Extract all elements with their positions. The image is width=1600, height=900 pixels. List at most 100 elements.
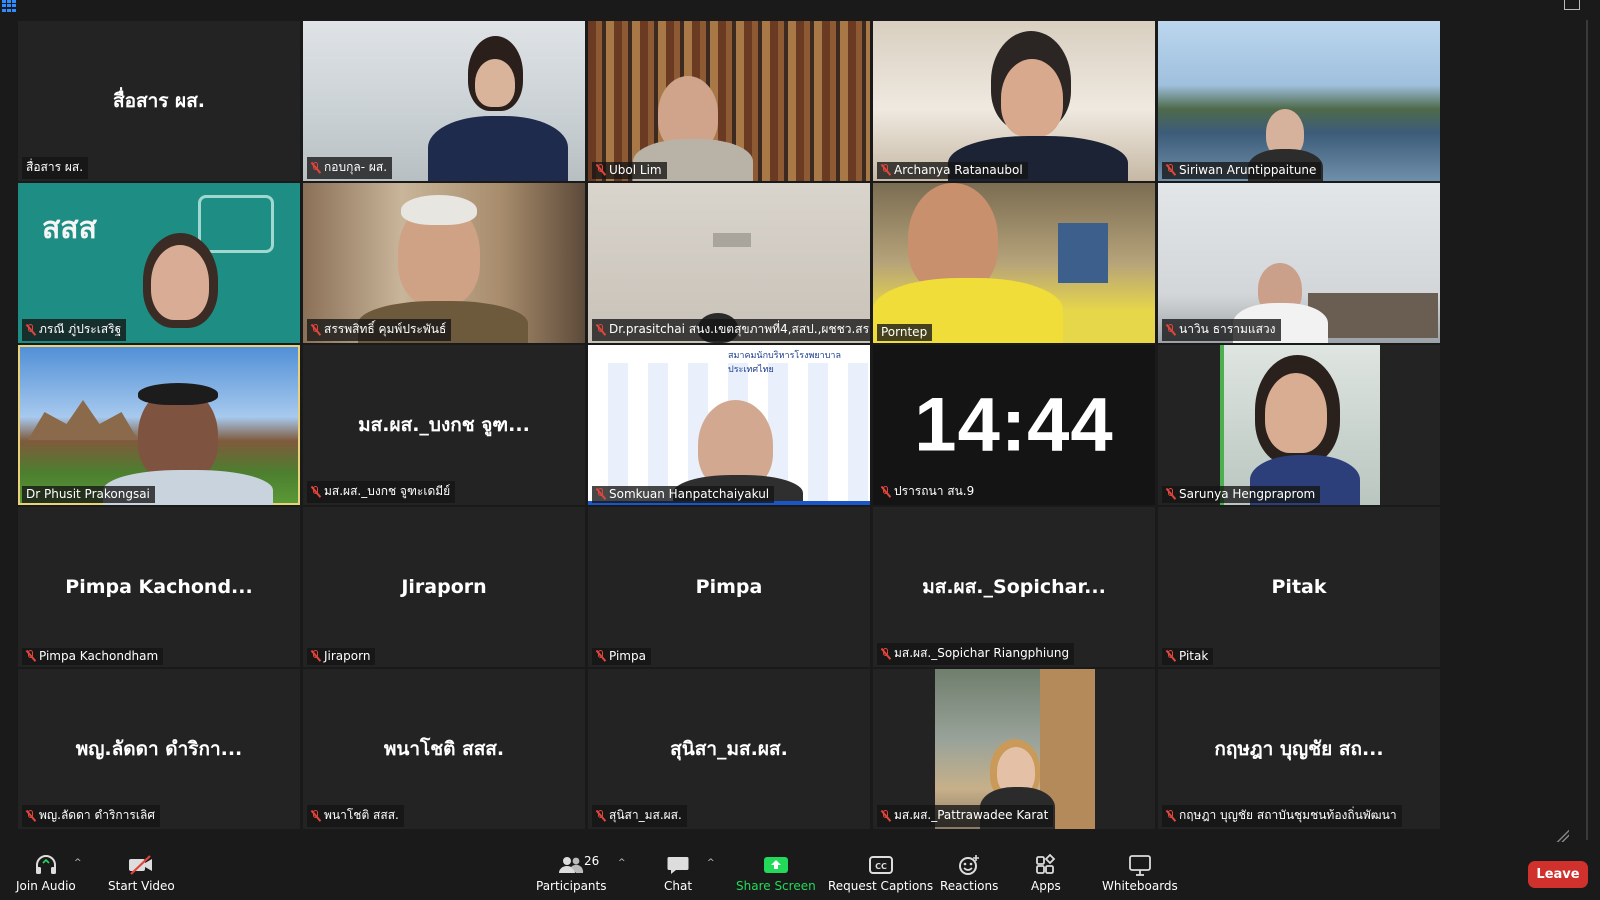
chat-options-caret-icon[interactable]: ^ — [707, 858, 715, 868]
participant-tile[interactable]: สื่อสาร ผส. สื่อสาร ผส. — [18, 21, 300, 181]
chat-button[interactable]: Chat — [664, 854, 692, 893]
join-audio-label: Join Audio — [16, 879, 76, 893]
participant-name-display: Jiraporn — [401, 576, 487, 598]
participant-name: สรรพสิทธิ์ คุมพ์ประพันธ์ — [324, 322, 447, 336]
participant-tile[interactable]: พนาโชติ สสส. พนาโชติ สสส. — [303, 669, 585, 829]
participant-tile[interactable]: มส.ผส._บงกช จูฑ... มส.ผส._บงกช จูฑะเดมีย… — [303, 345, 585, 505]
participant-tile[interactable]: 14:44 ปรารถนา สน.9 — [873, 345, 1155, 505]
start-video-button[interactable]: Start Video — [108, 854, 175, 893]
participant-nameplate: กฤษฎา บุญชัย สถาบันชุมชนท้องถิ่นพัฒนา — [1162, 805, 1402, 827]
participant-video-hair — [401, 195, 477, 225]
chat-label: Chat — [664, 879, 693, 893]
participant-nameplate: กอบกุล- ผส. — [307, 157, 393, 179]
view-grid-icon[interactable] — [2, 0, 16, 12]
participant-name-display: พญ.ลัดดา ดำริกา... — [75, 738, 243, 760]
whiteboards-button[interactable]: Whiteboards — [1102, 854, 1178, 893]
participant-nameplate: Archanya Ratanaubol — [877, 162, 1028, 179]
mic-muted-icon — [311, 650, 320, 662]
participant-name: Archanya Ratanaubol — [894, 163, 1023, 177]
participant-nameplate: ปรารถนา สน.9 — [877, 481, 980, 503]
wall-frame — [1058, 223, 1108, 283]
participant-video-face — [151, 245, 209, 320]
participant-tile[interactable]: Pimpa Pimpa — [588, 507, 870, 667]
participant-video-frame — [1220, 345, 1380, 505]
participant-video-tile[interactable]: สสส ภรณี ภู่ประเสริฐ — [18, 183, 300, 343]
apps-button[interactable]: Apps — [1031, 854, 1061, 893]
reactions-button[interactable]: Reactions — [940, 854, 998, 893]
chat-icon — [666, 854, 690, 876]
participant-tile[interactable]: Jiraporn Jiraporn — [303, 507, 585, 667]
participant-tile[interactable]: Pimpa Kachond... Pimpa Kachondham — [18, 507, 300, 667]
participant-tile[interactable]: มส.ผส._Sopichar... มส.ผส._Sopichar Riang… — [873, 507, 1155, 667]
participant-nameplate: Porntep — [877, 324, 933, 341]
participant-video-tile[interactable]: Sarunya Hengpraprom — [1158, 345, 1440, 505]
headphones-icon — [34, 854, 58, 876]
mic-muted-icon — [1166, 323, 1175, 336]
mic-muted-icon — [1166, 164, 1175, 176]
participant-nameplate: มส.ผส._Sopichar Riangphiung — [877, 643, 1075, 665]
participant-nameplate: มส.ผส._Pattrawadee Karat — [877, 805, 1054, 827]
participants-label: Participants — [536, 879, 607, 893]
participant-video-tile[interactable]: Dr.prasitchai สนง.เขตสุขภาพที่4,สสป.,ผชช… — [588, 183, 870, 343]
participant-tile[interactable]: พญ.ลัดดา ดำริกา... พญ.ลัดดา ดำริการเลิศ — [18, 669, 300, 829]
share-screen-button[interactable]: Share Screen — [736, 854, 816, 893]
participant-name: พนาโชติ สสส. — [324, 808, 399, 822]
meeting-toolbar: Join Audio ^ Start Video Participants 26… — [0, 850, 1600, 900]
apps-icon — [1034, 854, 1058, 876]
participant-nameplate: มส.ผส._บงกช จูฑะเดมีย์ — [307, 481, 456, 503]
participant-name-display: Pitak — [1271, 576, 1327, 598]
thaihealth-logo: สสส — [42, 211, 97, 246]
mic-muted-icon — [881, 485, 890, 498]
participant-name: สุนิสา_มส.ผส. — [609, 808, 682, 822]
participant-video-face — [1265, 373, 1327, 453]
participant-video-face — [475, 59, 515, 107]
apps-label: Apps — [1031, 879, 1061, 893]
participant-name: Porntep — [881, 325, 928, 339]
participant-video-tile[interactable]: Ubol Lim — [588, 21, 870, 181]
request-captions-button[interactable]: CC Request Captions — [828, 854, 933, 893]
mic-muted-icon — [596, 488, 605, 500]
participant-tile[interactable]: สุนิสา_มส.ผส. สุนิสา_มส.ผส. — [588, 669, 870, 829]
participant-name: Jiraporn — [324, 649, 371, 663]
mic-muted-icon — [311, 809, 320, 822]
participant-name: กอบกุล- ผส. — [324, 160, 388, 174]
participant-tile[interactable]: กฤษฎา บุญชัย สถ... กฤษฎา บุญชัย สถาบันชุ… — [1158, 669, 1440, 829]
participant-video-face — [1001, 59, 1063, 137]
start-video-label: Start Video — [108, 879, 175, 893]
participant-video-tile[interactable]: Porntep — [873, 183, 1155, 343]
participant-video-tile-active-speaker[interactable]: Dr Phusit Prakongsai — [18, 345, 300, 505]
participant-nameplate: สื่อสาร ผส. — [22, 157, 89, 179]
emoji-reaction-icon — [957, 854, 981, 876]
participant-video-hair — [138, 383, 218, 405]
scrollbar[interactable] — [1586, 20, 1588, 840]
mic-muted-icon — [1166, 650, 1175, 662]
participant-name: Dr Phusit Prakongsai — [26, 487, 150, 501]
share-screen-icon — [763, 854, 789, 876]
participant-video-tile[interactable]: นาวิน ธารามแสวง — [1158, 183, 1440, 343]
participant-nameplate: Sarunya Hengpraprom — [1162, 486, 1321, 503]
participant-video-tile[interactable]: มส.ผส._Pattrawadee Karat — [873, 669, 1155, 829]
participants-options-caret-icon[interactable]: ^ — [618, 858, 626, 868]
participant-video-tile[interactable]: สรรพสิทธิ์ คุมพ์ประพันธ์ — [303, 183, 585, 343]
participant-name: นาวิน ธารามแสวง — [1179, 322, 1276, 336]
participant-name-display: Pimpa Kachond... — [65, 576, 253, 598]
leave-meeting-button[interactable]: Leave — [1528, 861, 1588, 888]
audio-options-caret-icon[interactable]: ^ — [74, 858, 82, 868]
participant-name-display: Pimpa — [695, 576, 763, 598]
participant-name-display: มส.ผส._Sopichar... — [922, 576, 1106, 598]
participants-icon — [557, 854, 585, 876]
participant-video-tile[interactable]: สมาคมนักบริหารโรงพยาบาลประเทศไทย Somkuan… — [588, 345, 870, 505]
participant-name: Ubol Lim — [609, 163, 662, 177]
participant-video-tile[interactable]: Archanya Ratanaubol — [873, 21, 1155, 181]
participant-video-tile[interactable]: กอบกุล- ผส. — [303, 21, 585, 181]
fullscreen-icon[interactable] — [1564, 0, 1580, 10]
whiteboard-icon — [1128, 854, 1152, 876]
mic-muted-icon — [311, 485, 320, 498]
join-audio-button[interactable]: Join Audio — [16, 854, 76, 893]
participant-tile[interactable]: Pitak Pitak — [1158, 507, 1440, 667]
resize-grip-icon[interactable] — [1555, 828, 1569, 842]
participant-video-face — [908, 183, 998, 293]
reactions-label: Reactions — [940, 879, 999, 893]
participant-video-tile[interactable]: Siriwan Aruntippaitune — [1158, 21, 1440, 181]
participant-nameplate: Jiraporn — [307, 648, 376, 665]
